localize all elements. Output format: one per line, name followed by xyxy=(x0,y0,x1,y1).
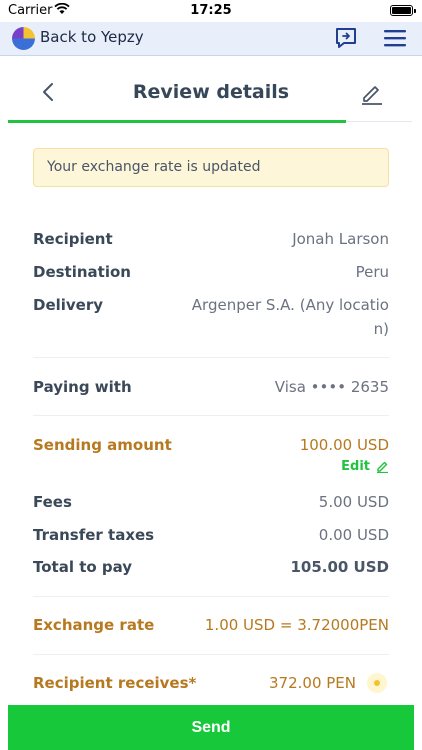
clock: 17:25 xyxy=(190,3,232,18)
menu-icon[interactable] xyxy=(384,29,406,47)
paying-with-label: Paying with xyxy=(33,378,132,396)
delivery-value: Argenper S.A. (Any locatio n) xyxy=(192,296,389,344)
edit-amount-link[interactable]: Edit xyxy=(341,459,389,474)
status-bar: Carrier 17:25 xyxy=(0,0,422,22)
recipient-label: Recipient xyxy=(33,230,113,248)
total-value: 105.00 USD xyxy=(290,558,389,576)
progress-track xyxy=(346,121,412,122)
divider xyxy=(33,596,389,597)
edit-amount-label: Edit xyxy=(341,459,370,474)
recipient-receives-value: 372.00 PEN xyxy=(269,674,356,692)
fees-value: 5.00 USD xyxy=(318,493,389,511)
exchange-rate-value: 1.00 USD = 3.72000PEN xyxy=(204,616,389,634)
page-header: Review details xyxy=(0,57,422,123)
fees-label: Fees xyxy=(33,493,72,511)
paying-with-value: Visa •••• 2635 xyxy=(274,378,389,396)
divider xyxy=(33,654,389,655)
yepzy-logo-icon[interactable] xyxy=(12,27,35,50)
total-label: Total to pay xyxy=(33,558,133,576)
recipient-value: Jonah Larson xyxy=(292,230,389,248)
divider xyxy=(33,357,389,358)
sending-amount-label: Sending amount xyxy=(33,436,172,454)
exchange-rate-label: Exchange rate xyxy=(33,616,155,634)
delivery-value-line1: Argenper S.A. (Any locatio xyxy=(191,296,389,314)
progress-bar xyxy=(8,120,346,123)
page-title: Review details xyxy=(132,81,290,103)
pencil-icon xyxy=(377,461,388,473)
app-bar: Back to Yepzy xyxy=(0,22,422,56)
coin-icon[interactable] xyxy=(367,673,387,693)
feedback-icon[interactable] xyxy=(335,27,357,49)
destination-value: Peru xyxy=(355,263,389,281)
rate-updated-notice: Your exchange rate is updated xyxy=(33,148,389,187)
delivery-label: Delivery xyxy=(33,296,104,314)
back-to-app-link[interactable]: Back to Yepzy xyxy=(40,28,144,46)
pencil-icon[interactable] xyxy=(360,81,384,105)
sending-amount-value: 100.00 USD xyxy=(299,436,389,454)
send-button[interactable]: Send xyxy=(8,705,414,750)
destination-label: Destination xyxy=(33,263,131,281)
battery-icon xyxy=(390,5,416,16)
divider xyxy=(33,415,389,416)
delivery-value-line2: n) xyxy=(373,320,389,338)
recipient-receives-label: Recipient receives* xyxy=(33,674,197,692)
transfer-taxes-label: Transfer taxes xyxy=(33,526,155,544)
transfer-taxes-value: 0.00 USD xyxy=(318,526,389,544)
